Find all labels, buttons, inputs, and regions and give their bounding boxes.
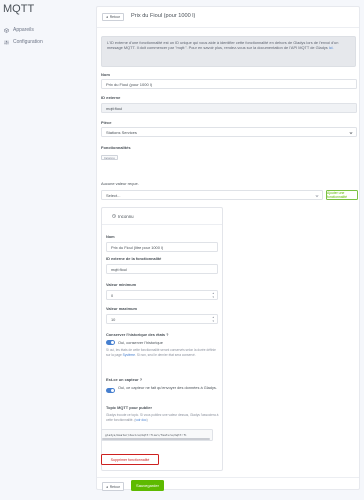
device-name-label: Nom: [101, 72, 110, 77]
feature-type-select[interactable]: Select...: [101, 190, 323, 200]
back-button[interactable]: ◂ Retour: [102, 13, 124, 21]
history-toggle[interactable]: [106, 340, 115, 345]
external-id-input[interactable]: mqtt:fioul: [101, 103, 357, 113]
stepper-arrows-icon[interactable]: ▴ ▾: [212, 291, 214, 299]
topic-label: Topic MQTT pour publier: [106, 405, 152, 410]
max-value-input[interactable]: 10 ▴ ▾: [106, 314, 218, 324]
info-alert: L'ID externe d'une fonctionnalité est un…: [101, 36, 356, 67]
sidebar: MQTT Appareils Configuration: [0, 0, 90, 500]
feature-external-id-label: ID externe de la fonctionnalité: [106, 256, 162, 261]
page-title: Prix du Fioul (pour 1000 l): [131, 13, 196, 19]
room-label: Pièce: [101, 120, 112, 125]
min-value-label: Valeur minimum: [106, 282, 137, 287]
room-select[interactable]: Stations Services: [101, 127, 357, 137]
clock-icon: [112, 214, 116, 219]
sidebar-item-appareils[interactable]: Appareils: [4, 27, 34, 33]
divider: [97, 477, 359, 478]
chevron-down-icon: [315, 194, 319, 199]
feature-title: Inconnu: [118, 214, 134, 219]
system-link[interactable]: Système: [123, 353, 135, 357]
chevron-down-icon: [349, 131, 353, 136]
save-button[interactable]: Sauvegarder: [131, 480, 164, 491]
feature-external-id-input[interactable]: mqtt:fioul: [106, 264, 218, 274]
back-button[interactable]: ◂ Retour: [102, 482, 124, 491]
sidebar-item-label: Appareils: [13, 27, 34, 33]
sensor-toggle-text: Oui, ce capteur ne fait qu'envoyer des d…: [118, 385, 217, 390]
history-toggle-text: Oui, conserver l'historique: [118, 340, 163, 345]
feature-name-label: Nom: [106, 234, 115, 239]
topic-help: Gladys écoute ce topic. Si vous publiez …: [106, 413, 219, 422]
features-label: Fonctionnalités: [101, 145, 131, 150]
feature-card-header: Inconnu: [102, 208, 222, 225]
history-label: Conserver l'historique des états ?: [106, 332, 169, 337]
external-id-label: ID externe: [101, 95, 121, 100]
feature-name-input[interactable]: Prix du Fioul (litre pour 1000 l): [106, 242, 218, 252]
device-card: ◂ Retour Prix du Fioul (pour 1000 l) L'I…: [96, 6, 360, 491]
stepper-arrows-icon[interactable]: ▴ ▾: [212, 315, 214, 323]
device-name-input[interactable]: Prix du Fioul (pour 1000 l): [101, 79, 357, 89]
sliders-icon: [4, 40, 9, 45]
sensor-toggle[interactable]: [106, 388, 115, 393]
min-value-input[interactable]: 0 ▴ ▾: [106, 290, 218, 300]
horizontal-scrollbar[interactable]: [102, 438, 210, 440]
app-title: MQTT: [3, 3, 35, 15]
arrow-left-icon: ◂: [106, 484, 108, 489]
doc-link[interactable]: voir doc: [135, 418, 146, 422]
delete-feature-button[interactable]: Supprimer fonctionnalité: [101, 454, 159, 465]
no-value-text: Aucune valeur reçue.: [101, 181, 139, 186]
sidebar-item-configuration[interactable]: Configuration: [4, 39, 43, 45]
max-value-label: Valeur maximum: [106, 306, 137, 311]
arrow-left-icon: ◂: [106, 15, 108, 19]
sensor-label: Est-ce un capteur ?: [106, 377, 143, 382]
sidebar-item-label: Configuration: [13, 39, 43, 45]
doc-link[interactable]: ici.: [329, 45, 334, 50]
box-icon: [4, 27, 9, 33]
history-help: Si oui, les états de cette fonctionnalit…: [106, 348, 216, 357]
card-header: ◂ Retour Prix du Fioul (pour 1000 l): [97, 7, 359, 28]
add-feature-button[interactable]: Ajouter une fonctionnalité: [326, 190, 358, 200]
feature-badge: Inconnu: [101, 155, 118, 160]
